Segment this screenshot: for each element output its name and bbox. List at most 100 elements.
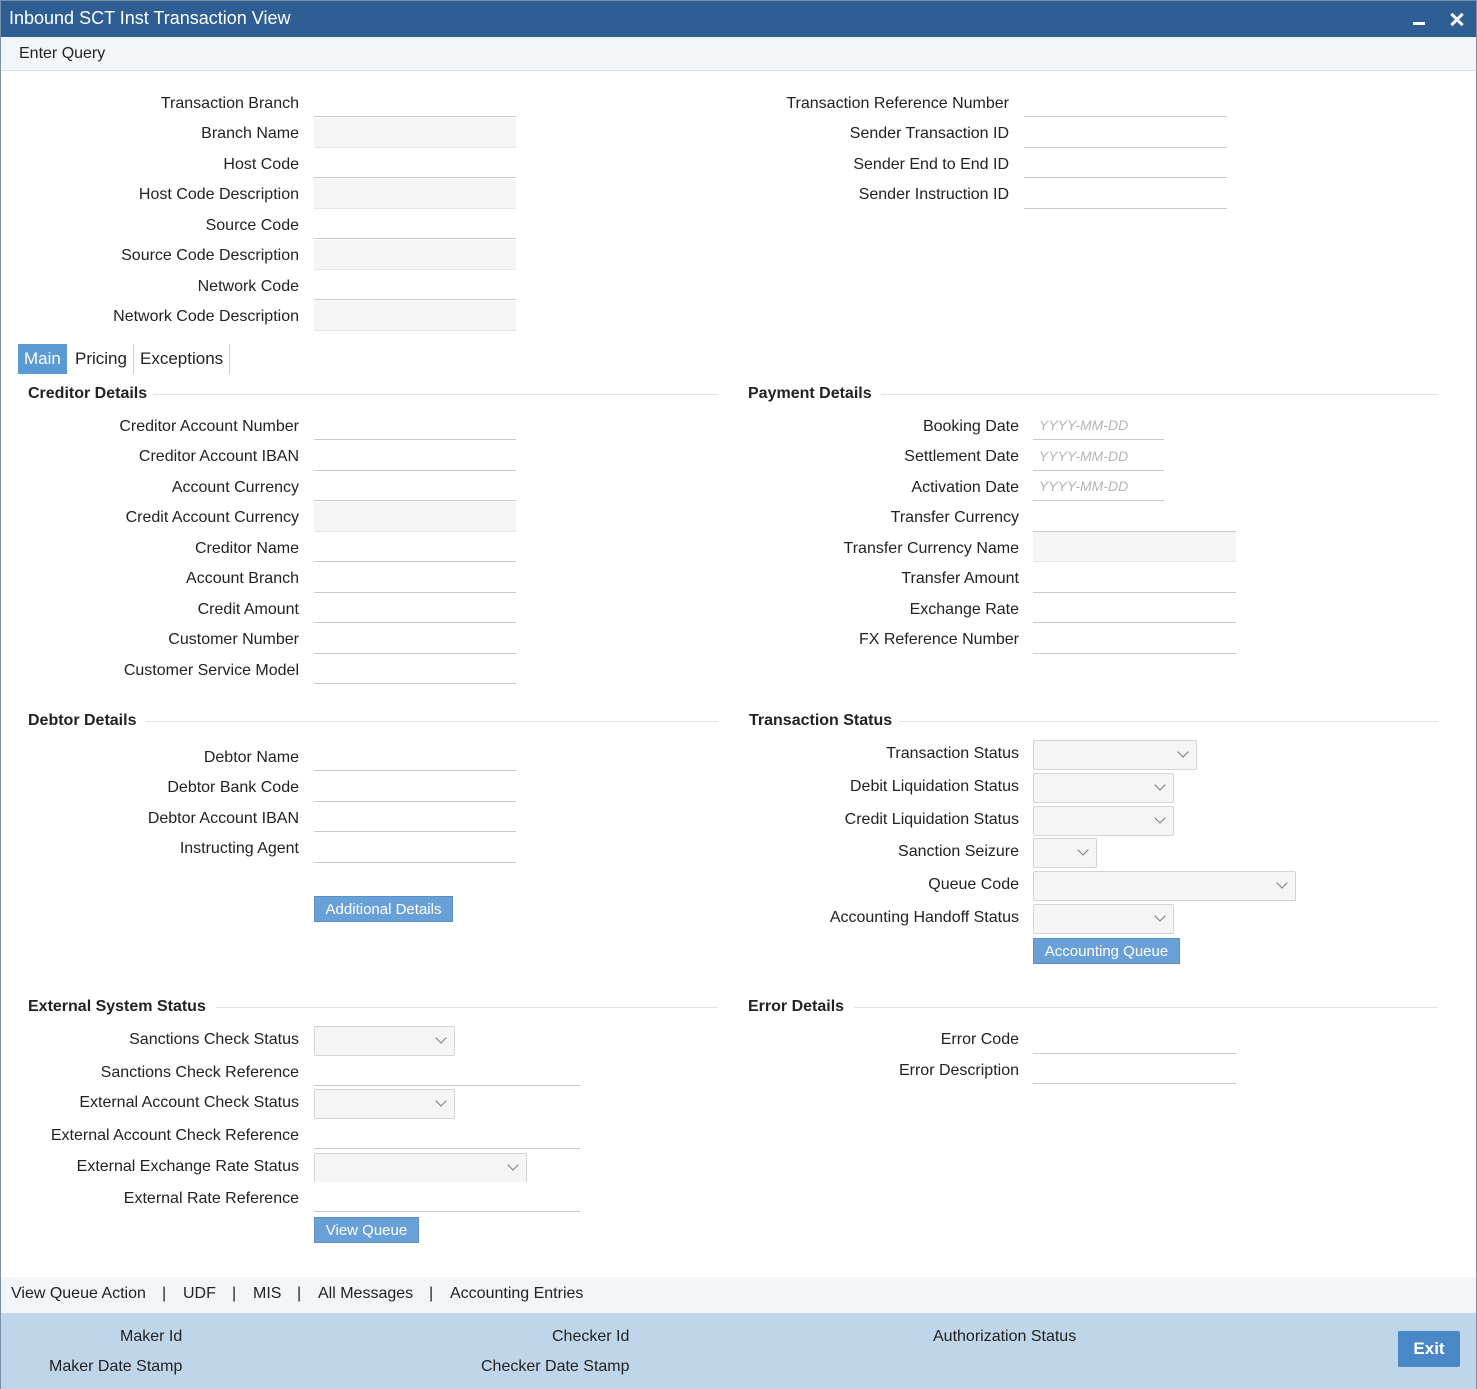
- toolbar: Enter Query: [1, 37, 1476, 71]
- debtor-account-iban-input[interactable]: [314, 802, 516, 832]
- enter-query-button[interactable]: Enter Query: [19, 45, 105, 63]
- chevron-down-icon: [436, 1034, 446, 1044]
- error-description-label: Error Description: [898, 1062, 1019, 1079]
- network-code-description-label: Network Code Description: [113, 308, 299, 325]
- transfer-currency-name-label: Transfer Currency Name: [843, 540, 1019, 557]
- view-queue-action-link[interactable]: View Queue Action: [11, 1285, 146, 1303]
- debit-liquidation-status-select[interactable]: [1033, 773, 1174, 803]
- network-code-input[interactable]: [314, 270, 516, 300]
- window-title: Inbound SCT Inst Transaction View: [9, 8, 291, 28]
- credit-account-currency-input[interactable]: [314, 502, 516, 532]
- all-messages-link[interactable]: All Messages: [318, 1285, 413, 1303]
- tab-pricing[interactable]: Pricing: [69, 344, 134, 374]
- debtor-bank-code-input[interactable]: [314, 772, 516, 802]
- external-rate-reference-input[interactable]: [314, 1182, 580, 1212]
- branch-name-label: Branch Name: [201, 125, 299, 142]
- footer-separator: |: [162, 1285, 167, 1302]
- settlement-date-input[interactable]: [1033, 441, 1164, 471]
- external-account-check-status-select[interactable]: [314, 1089, 455, 1119]
- payment-details-heading: Payment Details: [748, 385, 872, 402]
- transaction-status-heading: Transaction Status: [749, 712, 893, 729]
- error-details-heading: Error Details: [748, 998, 845, 1015]
- sanctions-check-status-label: Sanctions Check Status: [129, 1031, 299, 1048]
- transaction-reference-number-input[interactable]: [1024, 87, 1227, 117]
- fx-reference-number-input[interactable]: [1033, 624, 1236, 654]
- close-icon[interactable]: [1444, 5, 1470, 33]
- sender-instruction-id-label: Sender Instruction ID: [858, 186, 1009, 203]
- transaction-status-select[interactable]: [1033, 740, 1197, 770]
- sanctions-check-reference-input[interactable]: [314, 1056, 580, 1086]
- creditor-account-number-input[interactable]: [314, 410, 516, 440]
- account-currency-input[interactable]: [314, 471, 516, 501]
- authorization-status-label: Authorization Status: [933, 1328, 1077, 1345]
- udf-link[interactable]: UDF: [183, 1285, 216, 1303]
- customer-service-model-input[interactable]: [314, 654, 516, 684]
- instructing-agent-input[interactable]: [314, 833, 516, 863]
- sanction-seizure-label: Sanction Seizure: [898, 843, 1019, 860]
- transaction-status-label: Transaction Status: [886, 745, 1019, 762]
- booking-date-input[interactable]: [1033, 410, 1164, 440]
- network-code-description-input[interactable]: [314, 301, 516, 331]
- transaction-view-window: Inbound SCT Inst Transaction View Enter …: [0, 0, 1477, 1389]
- creditor-account-iban-input[interactable]: [314, 441, 516, 471]
- debtor-name-input[interactable]: [314, 741, 516, 771]
- transfer-amount-input[interactable]: [1033, 563, 1236, 593]
- exchange-rate-label: Exchange Rate: [909, 601, 1019, 618]
- source-code-label: Source Code: [205, 217, 299, 234]
- accounting-handoff-status-select[interactable]: [1033, 904, 1174, 934]
- source-code-description-input[interactable]: [314, 240, 516, 270]
- transaction-branch-label: Transaction Branch: [160, 95, 299, 112]
- additional-details-button[interactable]: Additional Details: [314, 896, 453, 922]
- external-rate-reference-label: External Rate Reference: [123, 1190, 299, 1207]
- minimize-icon[interactable]: [1406, 5, 1432, 33]
- external-exchange-rate-status-label: External Exchange Rate Status: [76, 1158, 299, 1175]
- accounting-entries-link[interactable]: Accounting Entries: [450, 1285, 583, 1303]
- tab-main[interactable]: Main: [18, 344, 67, 374]
- external-account-check-reference-input[interactable]: [314, 1119, 580, 1149]
- external-exchange-rate-status-select[interactable]: [314, 1153, 527, 1183]
- creditor-details-heading: Creditor Details: [28, 385, 148, 402]
- creditor-name-input[interactable]: [314, 532, 516, 562]
- external-system-status-heading: External System Status: [28, 998, 206, 1015]
- host-code-input[interactable]: [314, 148, 516, 178]
- error-description-input[interactable]: [1033, 1054, 1236, 1084]
- sanction-seizure-select[interactable]: [1033, 838, 1097, 868]
- tab-exceptions[interactable]: Exceptions: [134, 344, 231, 374]
- transaction-branch-input[interactable]: [314, 87, 516, 117]
- sanctions-check-status-select[interactable]: [314, 1026, 455, 1056]
- footer-links-bar: View Queue Action | UDF | MIS | All Mess…: [1, 1277, 1476, 1313]
- view-queue-button[interactable]: View Queue: [314, 1217, 419, 1243]
- debtor-bank-code-label: Debtor Bank Code: [167, 779, 299, 796]
- queue-code-select[interactable]: [1033, 871, 1296, 901]
- error-code-input[interactable]: [1033, 1024, 1236, 1054]
- account-branch-label: Account Branch: [186, 570, 299, 587]
- customer-number-label: Customer Number: [168, 631, 299, 648]
- sender-instruction-id-input[interactable]: [1024, 179, 1227, 209]
- creditor-name-label: Creditor Name: [194, 540, 299, 557]
- exit-button[interactable]: Exit: [1398, 1331, 1460, 1367]
- branch-name-input[interactable]: [314, 118, 516, 148]
- footer-separator: |: [232, 1285, 237, 1302]
- footer-separator: |: [429, 1285, 434, 1302]
- source-code-input[interactable]: [314, 209, 516, 239]
- mis-link[interactable]: MIS: [253, 1285, 281, 1303]
- sender-end-to-end-id-input[interactable]: [1024, 148, 1227, 178]
- maker-date-stamp-label: Maker Date Stamp: [49, 1358, 183, 1375]
- exchange-rate-input[interactable]: [1033, 593, 1236, 623]
- creditor-account-number-label: Creditor Account Number: [119, 418, 299, 435]
- creditor-details-divider: [153, 394, 718, 395]
- accounting-queue-button[interactable]: Accounting Queue: [1033, 938, 1180, 964]
- chevron-down-icon: [1277, 879, 1287, 889]
- activation-date-label: Activation Date: [911, 479, 1019, 496]
- transfer-currency-name-input[interactable]: [1033, 532, 1236, 562]
- chevron-down-icon: [1155, 814, 1165, 824]
- customer-number-input[interactable]: [314, 624, 516, 654]
- account-branch-input[interactable]: [314, 563, 516, 593]
- host-code-description-input[interactable]: [314, 179, 516, 209]
- accounting-handoff-status-label: Accounting Handoff Status: [829, 909, 1019, 926]
- sender-transaction-id-input[interactable]: [1024, 118, 1227, 148]
- credit-liquidation-status-select[interactable]: [1033, 806, 1174, 836]
- credit-amount-input[interactable]: [314, 593, 516, 623]
- transfer-currency-input[interactable]: [1033, 502, 1236, 532]
- activation-date-input[interactable]: [1033, 471, 1164, 501]
